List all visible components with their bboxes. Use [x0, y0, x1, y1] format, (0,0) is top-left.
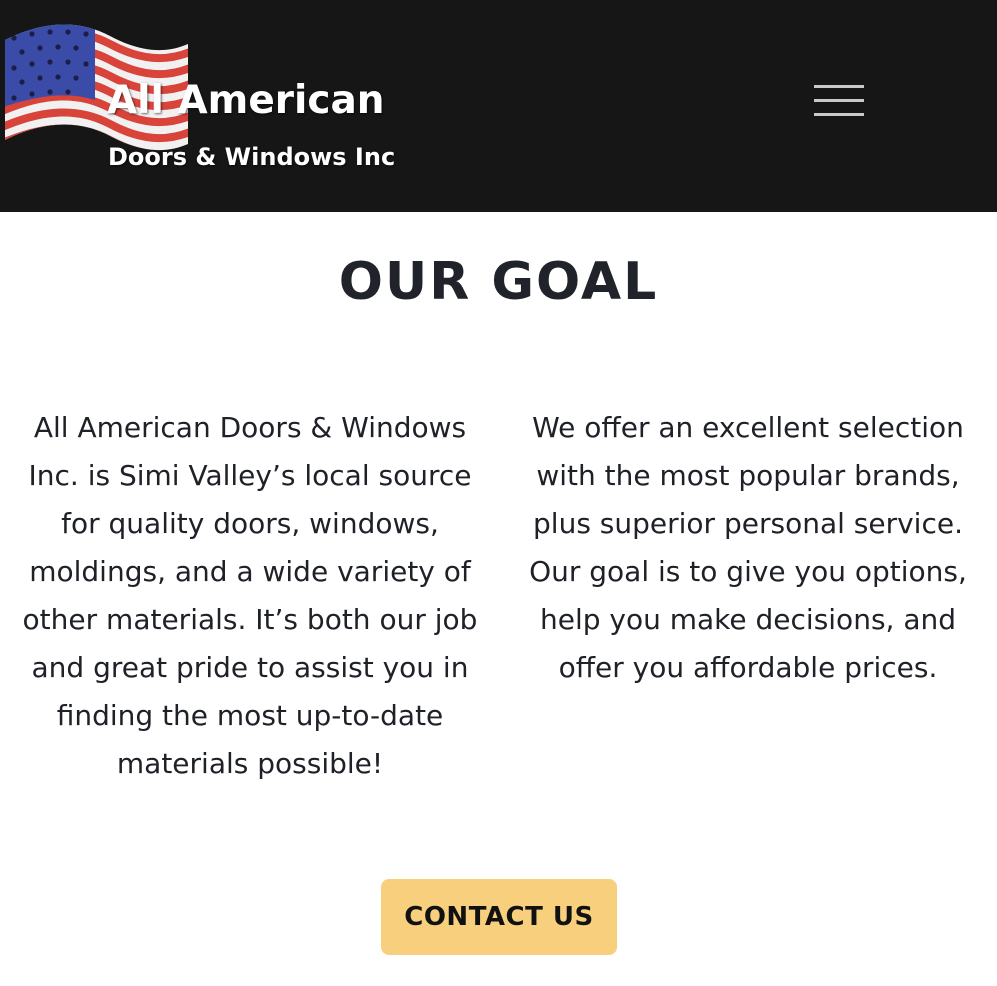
- logo-title: All American: [107, 78, 385, 123]
- section-title: OUR GOAL: [338, 252, 659, 312]
- about-paragraph: All American Doors & Windows Inc. is Sim…: [22, 411, 478, 780]
- site-logo[interactable]: All American Doors & Windows Inc: [0, 22, 430, 192]
- logo-subtitle: Doors & Windows Inc: [108, 143, 396, 171]
- contact-us-button[interactable]: CONTACT US: [381, 879, 617, 955]
- goal-paragraph: We offer an excellent selection with the…: [529, 411, 967, 684]
- site-header: All American Doors & Windows Inc: [0, 0, 997, 212]
- hamburger-menu-button[interactable]: [806, 78, 872, 124]
